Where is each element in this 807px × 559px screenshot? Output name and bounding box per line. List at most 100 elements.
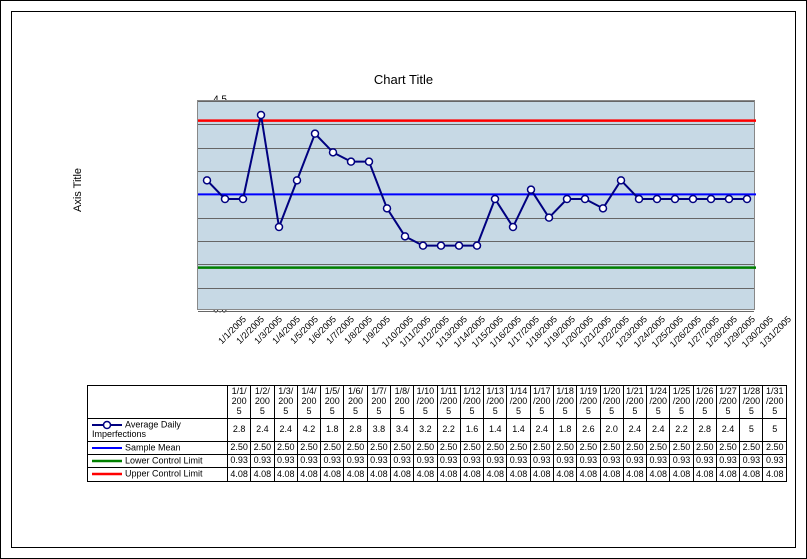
table-cell: 4.08 [577,468,600,481]
table-cell: 2.50 [437,441,460,454]
legend-label: Lower Control Limit [125,455,203,465]
table-cell: 2.50 [321,441,344,454]
data-marker [636,196,643,203]
table-cell: 0.93 [414,455,437,468]
table-header-cell: 1/13/2005 [484,386,507,419]
data-marker [600,205,607,212]
table-cell: 2.50 [507,441,530,454]
table-cell: 4.08 [251,468,274,481]
data-marker [276,224,283,231]
table-header-cell: 1/14/2005 [507,386,530,419]
data-marker [564,196,571,203]
table-cell: 4.08 [321,468,344,481]
table-cell: 2.4 [251,418,274,441]
table-cell: 1.8 [321,418,344,441]
table-cell: 0.93 [390,455,413,468]
table-cell: 2.2 [670,418,693,441]
table-cell: 0.93 [297,455,320,468]
gridline [198,311,754,312]
table-header-cell: 1/7/2005 [367,386,390,419]
table-cell: 0.93 [437,455,460,468]
table-cell: 2.50 [763,441,787,454]
table-cell: 2.50 [577,441,600,454]
table-header-cell: 1/1/2005 [228,386,251,419]
table-header-cell: 1/11/2005 [437,386,460,419]
table-cell: 2.50 [693,441,716,454]
table-header-cell: 1/8/2005 [390,386,413,419]
table-cell: 0.93 [484,455,507,468]
table-cell: 2.50 [530,441,553,454]
table-cell: 2.50 [274,441,297,454]
y-axis-title: Axis Title [72,168,84,212]
table-header-cell: 1/26/2005 [693,386,716,419]
outer-frame: Chart Title Axis Title 0.00.51.01.52.02.… [0,0,807,559]
data-marker [510,224,517,231]
table-header-cell: 1/6/2005 [344,386,367,419]
table-cell: 2.4 [647,418,670,441]
table-cell: 2.50 [670,441,693,454]
data-marker [312,130,319,137]
table-cell: 1.6 [460,418,483,441]
table-cell: 0.93 [553,455,576,468]
table-cell: 4.08 [740,468,763,481]
table-cell: 2.8 [693,418,716,441]
table-cell: 0.93 [647,455,670,468]
table-body: Average Daily Imperfections2.82.42.44.21… [88,418,787,481]
table-cell: 0.93 [321,455,344,468]
table-cell: 2.2 [437,418,460,441]
chart-title: Chart Title [374,72,433,87]
table-cell: 4.08 [623,468,646,481]
legend-label-cell: Lower Control Limit [88,455,228,468]
table-cell: 4.2 [297,418,320,441]
data-marker [330,149,337,156]
table-cell: 3.8 [367,418,390,441]
table-cell: 2.50 [460,441,483,454]
plot-area [197,100,755,310]
table-cell: 2.50 [600,441,623,454]
table-cell: 0.93 [670,455,693,468]
table-header-cell: 1/3/2005 [274,386,297,419]
table-cell: 4.08 [763,468,787,481]
table-cell: 0.93 [600,455,623,468]
table-header-cell: 1/25/2005 [670,386,693,419]
table-cell: 2.0 [600,418,623,441]
table-cell: 2.50 [344,441,367,454]
table-header-cell: 1/4/2005 [297,386,320,419]
table-cell: 2.50 [623,441,646,454]
table-header-cell: 1/31/2005 [763,386,787,419]
table-header-cell: 1/18/2005 [553,386,576,419]
data-marker [204,177,211,184]
table-cell: 4.08 [437,468,460,481]
table-cell: 0.93 [530,455,553,468]
table-cell: 4.08 [647,468,670,481]
x-axis-labels: 1/1/20051/2/20051/3/20051/4/20051/5/2005… [197,314,755,387]
table-cell: 2.50 [484,441,507,454]
data-marker [672,196,679,203]
table-row: Lower Control Limit0.930.930.930.930.930… [88,455,787,468]
table-cell: 0.93 [763,455,787,468]
table-cell: 0.93 [274,455,297,468]
table-header-cell: 1/28/2005 [740,386,763,419]
legend-label: Upper Control Limit [125,469,203,479]
table-header-cell: 1/19/2005 [577,386,600,419]
table-header-cell: 1/12/2005 [460,386,483,419]
data-marker [708,196,715,203]
table-cell: 2.4 [274,418,297,441]
inner-frame: Chart Title Axis Title 0.00.51.01.52.02.… [11,11,796,548]
table-header-cell: 1/2/2005 [251,386,274,419]
chart-svg [198,101,754,309]
table-cell: 3.2 [414,418,437,441]
data-marker [420,242,427,249]
table-header-cell: 1/17/2005 [530,386,553,419]
table-cell: 2.6 [577,418,600,441]
table-cell: 2.50 [414,441,437,454]
legend-swatch-icon [92,469,122,479]
data-marker [546,214,553,221]
data-marker [654,196,661,203]
data-marker [294,177,301,184]
table-cell: 0.93 [740,455,763,468]
table-cell: 0.93 [228,455,251,468]
table-cell: 4.08 [460,468,483,481]
data-marker [384,205,391,212]
data-markers [204,112,751,250]
